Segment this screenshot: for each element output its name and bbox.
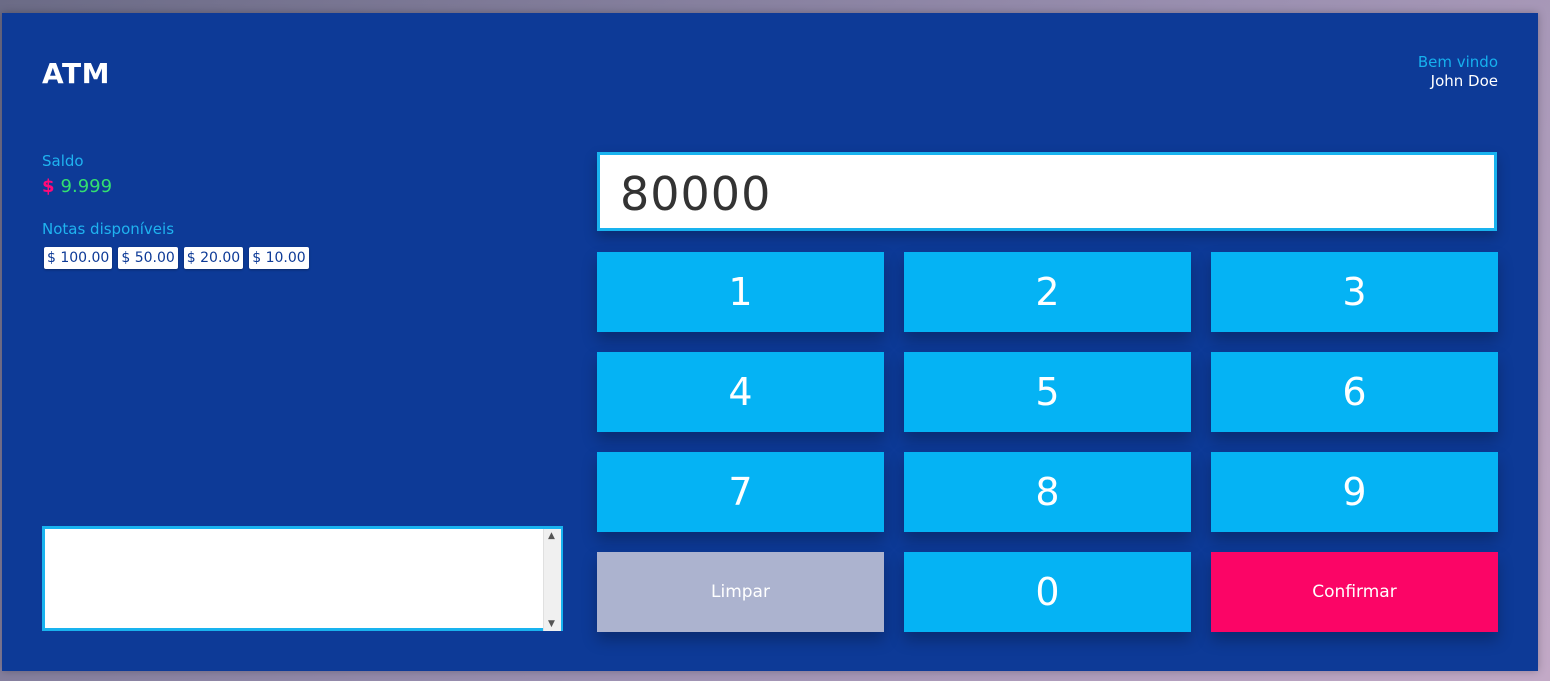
welcome-text: Bem vindo [1417, 53, 1498, 71]
notes-label: Notas disponíveis [42, 220, 175, 238]
key-1-button[interactable]: 1 [597, 252, 884, 332]
key-2-button[interactable]: 2 [904, 252, 1191, 332]
key-5-button[interactable]: 5 [904, 352, 1191, 432]
key-3-button[interactable]: 3 [1211, 252, 1498, 332]
key-4-button[interactable]: 4 [597, 352, 884, 432]
key-9-button[interactable]: 9 [1211, 452, 1498, 532]
confirm-button[interactable]: Confirmar [1211, 552, 1498, 632]
key-8-button[interactable]: 8 [904, 452, 1191, 532]
atm-panel: ATM Bem vindo John Doe Saldo $9.999 Nota… [2, 13, 1538, 671]
key-0-button[interactable]: 0 [904, 552, 1191, 632]
user-name: John Doe [1430, 72, 1498, 90]
key-7-button[interactable]: 7 [597, 452, 884, 532]
amount-value: 80000 [620, 167, 772, 221]
amount-display[interactable]: 80000 [597, 152, 1497, 231]
clear-button[interactable]: Limpar [597, 552, 884, 632]
log-textarea[interactable] [42, 526, 563, 631]
scroll-down-icon[interactable]: ▼ [548, 619, 555, 629]
balance-label: Saldo [42, 152, 84, 170]
note-badge: $ 20.00 [183, 247, 244, 269]
atm-logo: ATM [42, 57, 110, 90]
key-6-button[interactable]: 6 [1211, 352, 1498, 432]
balance-amount: 9.999 [60, 176, 113, 197]
balance-value: $9.999 [42, 176, 112, 197]
welcome-block: Bem vindo John Doe [1418, 53, 1498, 91]
notes-list: $ 100.00 $ 50.00 $ 20.00 $ 10.00 [44, 247, 309, 269]
note-badge: $ 50.00 [118, 247, 178, 269]
currency-icon: $ [42, 176, 55, 197]
note-badge: $ 100.00 [44, 247, 113, 269]
scroll-up-icon[interactable]: ▲ [548, 531, 555, 541]
note-badge: $ 10.00 [249, 247, 309, 269]
log-scrollbar[interactable]: ▲ ▼ [543, 529, 561, 631]
